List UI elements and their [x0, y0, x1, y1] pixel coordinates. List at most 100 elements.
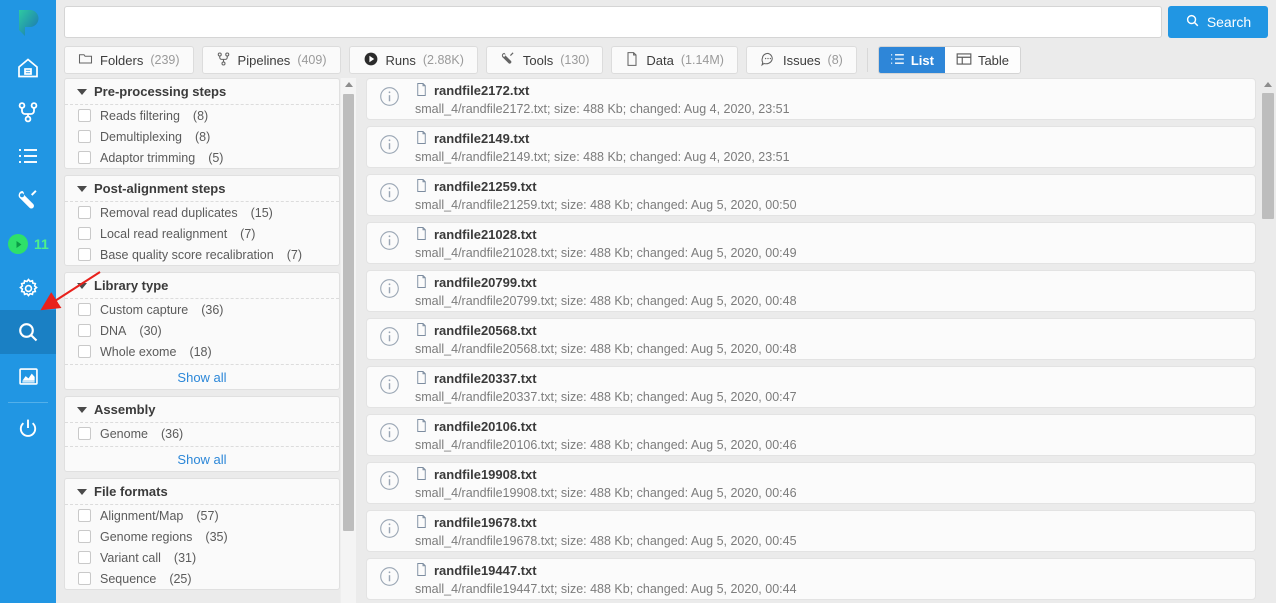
sidebar-item-tools[interactable]	[0, 178, 56, 222]
view-mode-table[interactable]: Table	[944, 47, 1021, 73]
facet-option-checkbox[interactable]	[78, 427, 91, 440]
result-file-name[interactable]: randfile2172.txt	[434, 83, 529, 98]
facet-group-header[interactable]: Library type	[65, 273, 339, 299]
sidebar-item-settings[interactable]	[0, 266, 56, 310]
search-input[interactable]	[64, 6, 1162, 38]
result-row[interactable]: randfile19908.txt small_4/randfile19908.t…	[366, 462, 1256, 504]
result-file-name[interactable]: randfile21259.txt	[434, 179, 537, 194]
facet-option-checkbox[interactable]	[78, 551, 91, 564]
result-file-meta: small_4/randfile19678.txt; size: 488 Kb;…	[415, 533, 797, 548]
facet-option-label: Whole exome	[100, 344, 177, 359]
result-row-title: randfile21259.txt	[415, 178, 1245, 196]
facet-group-header[interactable]: Post-alignment steps	[65, 176, 339, 202]
info-icon[interactable]	[379, 278, 401, 304]
facet-option-checkbox[interactable]	[78, 324, 91, 337]
info-icon[interactable]	[379, 422, 401, 448]
facet-option-checkbox[interactable]	[78, 130, 91, 143]
sidebar-item-projects[interactable]	[0, 134, 56, 178]
result-file-name[interactable]: randfile19678.txt	[434, 515, 537, 530]
result-file-name[interactable]: randfile19908.txt	[434, 467, 537, 482]
facet-option[interactable]: Base quality score recalibration (7)	[65, 244, 339, 265]
result-row[interactable]: randfile19678.txt small_4/randfile19678.t…	[366, 510, 1256, 552]
facet-scrollbar[interactable]	[340, 78, 356, 603]
facet-option[interactable]: Reads filtering (8)	[65, 105, 339, 126]
sidebar-item-pipelines[interactable]	[0, 90, 56, 134]
info-icon[interactable]	[379, 518, 401, 544]
facet-option-checkbox[interactable]	[78, 530, 91, 543]
facet-scrollbar-thumb[interactable]	[343, 94, 354, 531]
tab-folders[interactable]: Folders (239)	[64, 46, 194, 74]
facet-option[interactable]: Local read realignment (7)	[65, 223, 339, 244]
facet-show-all-link[interactable]: Show all	[65, 446, 339, 471]
content-body: Pre-processing steps Reads filtering (8) De…	[56, 78, 1276, 603]
result-row[interactable]: randfile20106.txt small_4/randfile20106.t…	[366, 414, 1256, 456]
info-icon[interactable]	[379, 86, 401, 112]
facet-option[interactable]: DNA (30)	[65, 320, 339, 341]
facet-option-label: DNA	[100, 323, 127, 338]
sidebar-item-search[interactable]	[0, 310, 56, 354]
tab-issues[interactable]: Issues (8)	[745, 46, 857, 74]
facet-group-header[interactable]: File formats	[65, 479, 339, 505]
facet-option[interactable]: Variant call (31)	[65, 547, 339, 568]
running-jobs-badge[interactable]: 11	[0, 222, 56, 266]
facet-option-label: Reads filtering	[100, 108, 180, 123]
result-file-name[interactable]: randfile19447.txt	[434, 563, 537, 578]
facet-option[interactable]: Sequence (25)	[65, 568, 339, 589]
tab-runs[interactable]: Runs (2.88K)	[348, 46, 478, 74]
facet-option[interactable]: Alignment/Map (57)	[65, 505, 339, 526]
app-logo[interactable]	[0, 0, 56, 46]
result-file-name[interactable]: randfile20337.txt	[434, 371, 537, 386]
scroll-up-arrow-icon[interactable]	[345, 82, 353, 87]
sidebar-item-reports[interactable]	[0, 354, 56, 398]
results-scrollbar-thumb[interactable]	[1262, 93, 1274, 219]
info-icon[interactable]	[379, 230, 401, 256]
facet-option[interactable]: Custom capture (36)	[65, 299, 339, 320]
result-row[interactable]: randfile20337.txt small_4/randfile20337.t…	[366, 366, 1256, 408]
facet-option-checkbox[interactable]	[78, 509, 91, 522]
result-file-name[interactable]: randfile20106.txt	[434, 419, 537, 434]
result-file-name[interactable]: randfile2149.txt	[434, 131, 529, 146]
facet-option-checkbox[interactable]	[78, 227, 91, 240]
facet-option[interactable]: Genome regions (35)	[65, 526, 339, 547]
result-row[interactable]: randfile21259.txt small_4/randfile21259.t…	[366, 174, 1256, 216]
facet-option-checkbox[interactable]	[78, 206, 91, 219]
facet-option-checkbox[interactable]	[78, 303, 91, 316]
results-scrollbar[interactable]	[1260, 78, 1276, 603]
tab-pipelines[interactable]: Pipelines (409)	[201, 46, 341, 74]
info-icon[interactable]	[379, 134, 401, 160]
facet-option-checkbox[interactable]	[78, 151, 91, 164]
facet-option[interactable]: Whole exome (18)	[65, 341, 339, 362]
tab-tools[interactable]: Tools (130)	[485, 46, 604, 74]
info-icon[interactable]	[379, 182, 401, 208]
search-button[interactable]: Search	[1168, 6, 1268, 38]
facet-option-checkbox[interactable]	[78, 109, 91, 122]
result-row[interactable]: randfile21028.txt small_4/randfile21028.t…	[366, 222, 1256, 264]
facet-option[interactable]: Demultiplexing (8)	[65, 126, 339, 147]
result-file-name[interactable]: randfile20799.txt	[434, 275, 537, 290]
info-icon[interactable]	[379, 566, 401, 592]
sidebar-item-power[interactable]	[0, 407, 56, 451]
tab-data[interactable]: Data (1.14M)	[611, 46, 738, 74]
result-row[interactable]: randfile19447.txt small_4/randfile19447.t…	[366, 558, 1256, 600]
facet-show-all-link[interactable]: Show all	[65, 364, 339, 389]
facet-option-checkbox[interactable]	[78, 345, 91, 358]
scroll-up-arrow-icon[interactable]	[1264, 82, 1272, 87]
facet-option-checkbox[interactable]	[78, 248, 91, 261]
result-row[interactable]: randfile2172.txt small_4/randfile2172.txt…	[366, 78, 1256, 120]
view-mode-list[interactable]: List	[878, 47, 945, 73]
facet-option[interactable]: Adaptor trimming (5)	[65, 147, 339, 168]
result-file-name[interactable]: randfile20568.txt	[434, 323, 537, 338]
result-file-name[interactable]: randfile21028.txt	[434, 227, 537, 242]
facet-option[interactable]: Genome (36)	[65, 423, 339, 444]
result-row[interactable]: randfile2149.txt small_4/randfile2149.txt…	[366, 126, 1256, 168]
info-icon[interactable]	[379, 470, 401, 496]
facet-option[interactable]: Removal read duplicates (15)	[65, 202, 339, 223]
info-icon[interactable]	[379, 326, 401, 352]
info-icon[interactable]	[379, 374, 401, 400]
facet-group-header[interactable]: Pre-processing steps	[65, 79, 339, 105]
facet-group-header[interactable]: Assembly	[65, 397, 339, 423]
result-row[interactable]: randfile20799.txt small_4/randfile20799.t…	[366, 270, 1256, 312]
sidebar-item-home[interactable]	[0, 46, 56, 90]
result-row[interactable]: randfile20568.txt small_4/randfile20568.t…	[366, 318, 1256, 360]
facet-option-checkbox[interactable]	[78, 572, 91, 585]
